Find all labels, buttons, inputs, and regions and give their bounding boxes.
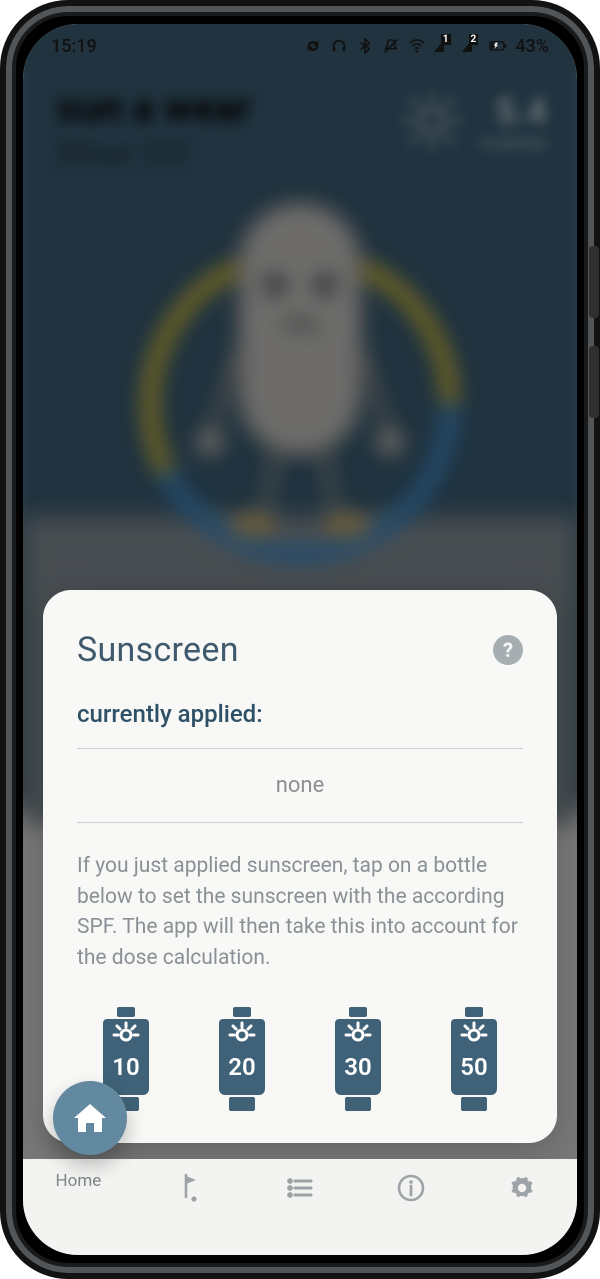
headset-icon — [330, 37, 348, 55]
help-button[interactable]: ? — [493, 635, 523, 665]
nav-flag[interactable] — [134, 1171, 245, 1205]
phone-side-button — [589, 346, 599, 418]
bg-title-line1: sun a wear — [57, 84, 251, 131]
status-left: 15:19 — [51, 36, 113, 57]
spf-option-20[interactable]: 20 — [193, 1005, 291, 1115]
status-right: 1 2 43% — [304, 36, 549, 57]
nav-home-label: Home — [56, 1171, 102, 1191]
sunscreen-sheet: Sunscreen ? currently applied: none If y… — [43, 590, 557, 1143]
nav-list[interactable] — [245, 1171, 356, 1205]
list-icon — [283, 1171, 317, 1205]
status-battery: 43% — [515, 36, 549, 57]
sheet-title: Sunscreen — [77, 630, 239, 670]
home-icon — [70, 1098, 110, 1138]
applied-value: none — [77, 748, 523, 823]
signal-2-icon: 2 — [462, 36, 482, 57]
golf-flag-icon — [172, 1171, 206, 1205]
screen: 15:19 — [23, 24, 577, 1255]
applied-label: currently applied: — [77, 700, 523, 728]
battery-icon — [489, 37, 507, 55]
bg-character — [125, 174, 475, 564]
nav-settings[interactable] — [466, 1171, 577, 1205]
home-fab[interactable] — [53, 1081, 127, 1155]
wifi-icon — [408, 37, 426, 55]
signal-1-icon: 1 — [434, 36, 454, 57]
instructions-text: If you just applied sunscreen, tap on a … — [77, 851, 523, 973]
spf-option-30[interactable]: 30 — [309, 1005, 407, 1115]
bg-uv-badge: 5.4 moderate — [399, 88, 547, 154]
spf-row: 10 20 — [77, 1005, 523, 1115]
bg-titles: sun a wear Wear UV — [57, 84, 251, 173]
info-icon — [394, 1171, 428, 1205]
status-time: 15:19 — [51, 36, 97, 57]
status-bar: 15:19 — [23, 24, 577, 68]
nav-home[interactable]: Home — [23, 1171, 134, 1191]
spf-label: 50 — [460, 1053, 487, 1081]
mute-icon — [382, 37, 400, 55]
spf-label: 30 — [344, 1053, 371, 1081]
bluetooth-icon — [356, 37, 374, 55]
sync-icon — [304, 37, 322, 55]
spf-option-50[interactable]: 50 — [425, 1005, 523, 1115]
bottom-nav: Home — [23, 1159, 577, 1255]
sun-outline-icon — [399, 88, 465, 154]
bg-uv-caption: moderate — [479, 133, 547, 152]
gear-icon — [505, 1171, 539, 1205]
spf-label: 20 — [228, 1053, 255, 1081]
spf-label: 10 — [112, 1053, 139, 1081]
phone-side-button — [589, 246, 599, 318]
nav-info[interactable] — [355, 1171, 466, 1205]
bg-uv-value: 5.4 — [479, 91, 547, 133]
sunscreen-bottle-icon: 20 — [203, 1005, 281, 1115]
sunscreen-bottle-icon: 50 — [435, 1005, 513, 1115]
sunscreen-bottle-icon: 30 — [319, 1005, 397, 1115]
phone-frame: 15:19 — [0, 0, 600, 1279]
bg-title-line2: Wear UV — [57, 133, 251, 173]
